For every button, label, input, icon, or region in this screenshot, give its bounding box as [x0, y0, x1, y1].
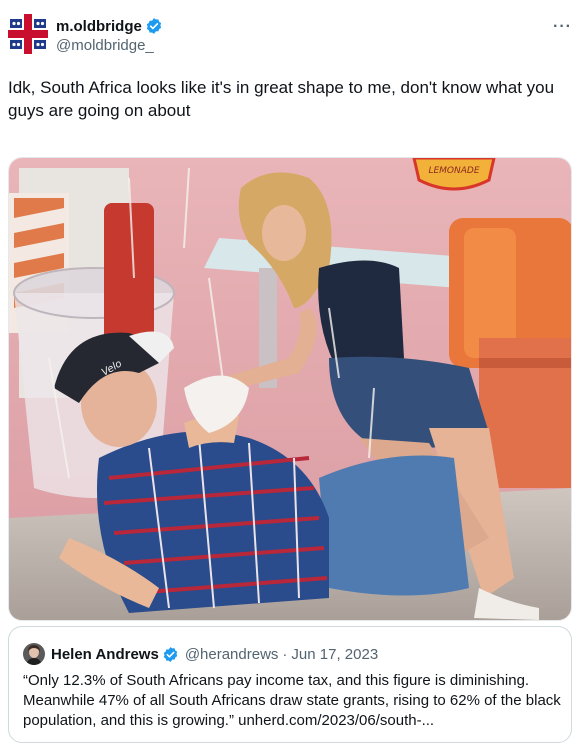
quoted-date[interactable]: Jun 17, 2023	[291, 646, 378, 663]
verified-badge-icon[interactable]	[145, 17, 163, 35]
tweet-text: Idk, South Africa looks like it's in gre…	[8, 78, 555, 120]
quoted-tweet-text: “Only 12.3% of South Africans pay income…	[23, 672, 561, 729]
author-name-row: m.oldbridge	[56, 16, 163, 36]
quoted-separator: ·	[282, 645, 288, 663]
more-options-button[interactable]: ···	[553, 18, 572, 36]
quoted-author-name[interactable]: Helen Andrews	[51, 646, 159, 663]
quoted-tweet-header: Helen Andrews @herandrews · Jun 17, 2023	[23, 643, 378, 665]
media-sign-text: LEMONADE	[428, 166, 479, 176]
verified-badge-icon[interactable]	[162, 646, 179, 663]
quoted-author-handle[interactable]: @herandrews	[185, 646, 279, 663]
author-block: m.oldbridge @moldbridge_	[56, 16, 163, 54]
author-display-name[interactable]: m.oldbridge	[56, 18, 142, 35]
tweet-media-image[interactable]: LEMONADE Velo	[8, 157, 572, 621]
author-handle[interactable]: @moldbridge_	[56, 37, 163, 54]
quoted-author-avatar[interactable]	[23, 643, 45, 665]
author-avatar[interactable]	[8, 14, 48, 54]
quoted-tweet[interactable]: Helen Andrews @herandrews · Jun 17, 2023…	[8, 626, 572, 743]
media-photo: LEMONADE Velo	[9, 158, 571, 620]
tweet-card[interactable]: m.oldbridge @moldbridge_ ··· Idk, South …	[0, 0, 585, 751]
flag-cross-avatar-icon	[8, 14, 48, 54]
